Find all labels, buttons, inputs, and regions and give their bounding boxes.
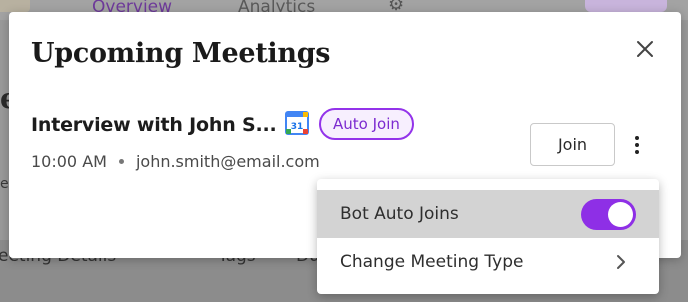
meeting-title[interactable]: Interview with John S... (31, 114, 277, 136)
meeting-time: 10:00 AM (31, 152, 107, 171)
join-button[interactable]: Join (530, 123, 615, 166)
calendar-icon-text: 31 (291, 122, 304, 132)
menu-item-change-meeting-type[interactable]: Change Meeting Type (317, 238, 659, 286)
meeting-email: john.smith@email.com (135, 152, 320, 171)
auto-join-toggle[interactable] (581, 199, 636, 230)
background-menu-button (0, 0, 30, 12)
gear-icon: ⚙ (388, 0, 405, 15)
chevron-right-icon (617, 255, 625, 269)
auto-join-badge: Auto Join (319, 108, 414, 140)
menu-item-label: Bot Auto Joins (340, 204, 459, 224)
google-calendar-icon: 31 (285, 111, 309, 135)
menu-item-bot-auto-joins[interactable]: Bot Auto Joins (317, 190, 659, 238)
more-options-icon[interactable] (627, 132, 647, 158)
separator-dot (118, 159, 124, 164)
close-button[interactable] (632, 36, 658, 62)
meeting-meta: 10:00 AM john.smith@email.com (31, 152, 320, 171)
menu-item-label: Change Meeting Type (340, 252, 524, 272)
meeting-options-menu: Bot Auto Joins Change Meeting Type (317, 179, 659, 294)
close-icon (637, 41, 653, 57)
toggle-knob (608, 202, 633, 227)
modal-title: Upcoming Meetings (31, 38, 331, 69)
background-action-button (585, 0, 667, 12)
